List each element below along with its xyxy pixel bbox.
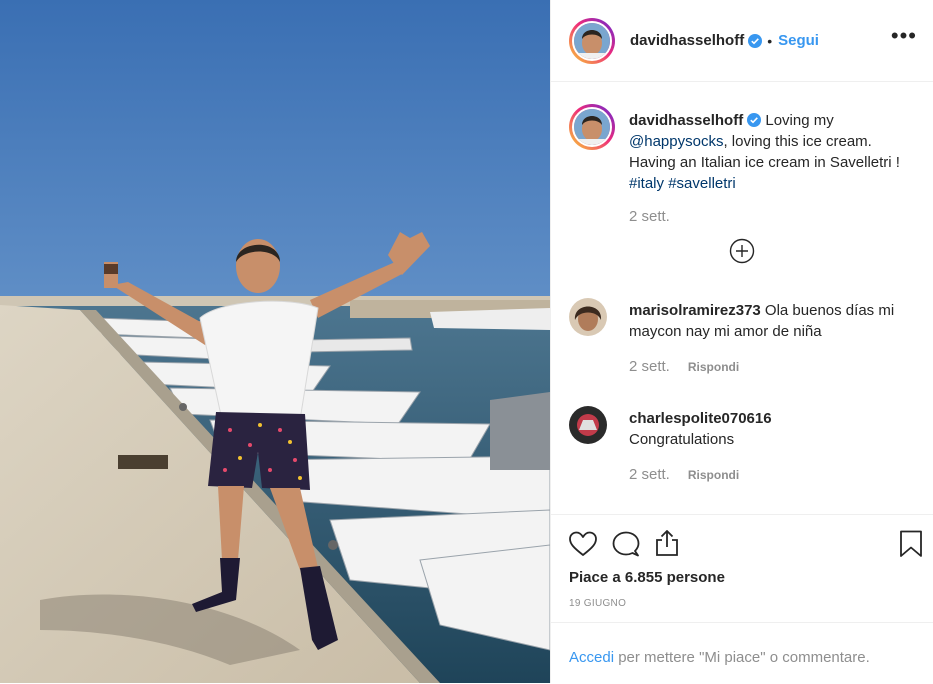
comment-text: marisolramirez373 Ola buenos días mi may… — [629, 300, 919, 342]
mention-link[interactable]: @happysocks — [629, 133, 723, 150]
caption-username[interactable]: davidhasselhoff — [629, 112, 743, 129]
login-prompt: Accedi per mettere "Mi piace" o commenta… — [551, 622, 933, 684]
reply-button[interactable]: Rispondi — [688, 468, 739, 482]
share-icon[interactable] — [653, 528, 681, 558]
comment-text: charlespolite070616 Congratulations — [629, 408, 919, 450]
caption-entry: davidhasselhoff Loving my @happysocks, l… — [569, 104, 914, 234]
comment-time[interactable]: 2 sett. — [629, 358, 670, 375]
caption-text: davidhasselhoff Loving my @happysocks, l… — [629, 110, 919, 194]
commenter-avatar[interactable] — [569, 298, 607, 336]
post-actions: Piace a 6.855 persone 19 GIUGNO Accedi p… — [551, 514, 933, 683]
caption-avatar[interactable] — [569, 104, 615, 150]
comment-meta: 2 sett. Rispondi — [629, 466, 739, 483]
more-options-button[interactable]: ••• — [891, 25, 917, 47]
comment-meta: 2 sett. Rispondi — [629, 358, 739, 375]
face-icon — [574, 109, 610, 145]
caption-avatar-image — [572, 107, 612, 147]
comment-icon[interactable] — [611, 530, 641, 558]
post-side-panel: davidhasselhoff • Segui ••• davidhasselh… — [550, 0, 933, 683]
login-link[interactable]: Accedi — [569, 649, 614, 666]
author-avatar[interactable] — [569, 17, 615, 64]
like-count[interactable]: Piace a 6.855 persone — [569, 569, 725, 586]
verified-badge-icon — [748, 33, 763, 48]
caption-body-1: Loving my — [761, 112, 834, 129]
hashtag-italy-link[interactable]: #italy — [629, 175, 664, 192]
instagram-post: davidhasselhoff • Segui ••• davidhasselh… — [0, 0, 933, 683]
avatar-image — [569, 406, 607, 444]
comment-time[interactable]: 2 sett. — [629, 466, 670, 483]
comments-list: davidhasselhoff Loving my @happysocks, l… — [551, 82, 933, 514]
post-photo[interactable] — [0, 0, 550, 683]
comment-item: marisolramirez373 Ola buenos días mi may… — [569, 296, 914, 386]
commenter-username[interactable]: marisolramirez373 — [629, 302, 761, 319]
comment-body: Congratulations — [629, 431, 735, 448]
follow-button[interactable]: Segui — [778, 32, 819, 49]
hashtag-savelletri-link[interactable]: #savelletri — [668, 175, 736, 192]
header-identity: davidhasselhoff • Segui — [630, 32, 819, 49]
bookmark-icon[interactable] — [898, 529, 924, 559]
caption-meta: 2 sett. — [629, 208, 670, 225]
photo-illustration — [0, 0, 550, 683]
follow-separator: • — [767, 32, 773, 49]
post-date[interactable]: 19 GIUGNO — [569, 598, 626, 609]
comment-item: charlespolite070616 Congratulations 2 set… — [569, 404, 914, 494]
login-prompt-text: per mettere "Mi piace" o commentare. — [614, 649, 870, 666]
author-username[interactable]: davidhasselhoff — [630, 32, 744, 49]
reply-button[interactable]: Rispondi — [688, 360, 739, 374]
post-header: davidhasselhoff • Segui ••• — [551, 0, 933, 82]
commenter-avatar[interactable] — [569, 406, 607, 444]
author-avatar-image — [572, 20, 612, 61]
commenter-username[interactable]: charlespolite070616 — [629, 408, 919, 429]
caption-time[interactable]: 2 sett. — [629, 208, 670, 225]
plus-circle-icon[interactable] — [729, 238, 755, 264]
heart-icon[interactable] — [568, 530, 598, 558]
face-icon — [574, 22, 610, 59]
avatar-image — [569, 298, 607, 336]
verified-badge-icon — [747, 113, 762, 127]
